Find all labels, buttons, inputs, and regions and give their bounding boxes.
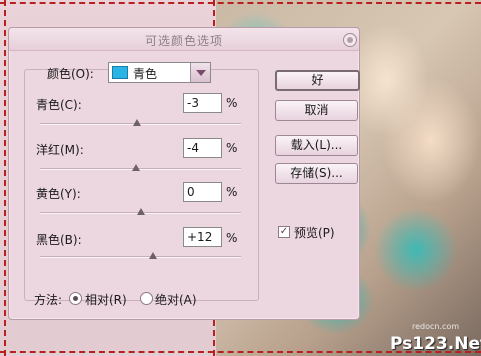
color-dropdown[interactable]: 青色 — [108, 62, 211, 83]
black-input[interactable]: +12 — [183, 227, 222, 247]
dialog-titlebar[interactable]: 可选颜色选项 — [9, 28, 359, 51]
percent-unit: % — [226, 96, 238, 110]
relative-radio[interactable] — [69, 292, 82, 305]
selective-color-dialog: 可选颜色选项 颜色(O): 青色 青色(C): -3 % 洋红(M): -4 %… — [8, 27, 360, 320]
black-slider-track[interactable] — [40, 256, 241, 258]
cancel-button[interactable]: 取消 — [275, 100, 358, 121]
magenta-slider-track[interactable] — [40, 168, 241, 170]
relative-radio-label[interactable]: 相对(R) — [85, 291, 127, 308]
slider-label-magenta: 洋红(M): — [36, 143, 84, 157]
dialog-title: 可选颜色选项 — [144, 34, 223, 48]
chevron-down-icon[interactable] — [190, 63, 210, 82]
selection-marquee-top — [0, 2, 481, 4]
magenta-input[interactable]: -4 — [183, 138, 222, 158]
yellow-slider-thumb[interactable] — [136, 208, 145, 215]
yellow-input[interactable]: 0 — [183, 182, 222, 202]
preview-checkbox[interactable]: ✓ — [278, 226, 290, 238]
method-label: 方法: — [34, 293, 63, 307]
color-dropdown-value: 青色 — [133, 67, 158, 81]
slider-label-yellow: 黄色(Y): — [36, 187, 81, 201]
percent-unit: % — [226, 141, 238, 155]
watermark-logo: Ps123.Net — [390, 334, 481, 354]
cyan-slider-thumb[interactable] — [133, 119, 142, 126]
slider-label-black: 黑色(B): — [36, 233, 82, 247]
percent-unit: % — [226, 231, 238, 245]
percent-unit: % — [226, 185, 238, 199]
black-slider-thumb[interactable] — [148, 252, 157, 259]
magenta-slider-thumb[interactable] — [132, 164, 141, 171]
close-icon[interactable] — [343, 33, 357, 47]
color-label: 颜色(O): — [47, 67, 94, 81]
absolute-radio-label[interactable]: 绝对(A) — [155, 291, 197, 308]
slider-label-cyan: 青色(C): — [36, 98, 82, 112]
watermark-subtext: redocn.com — [412, 322, 460, 331]
cyan-input[interactable]: -3 — [183, 93, 222, 113]
save-button[interactable]: 存储(S)... — [275, 163, 358, 184]
selection-marquee-left — [4, 0, 6, 356]
ok-button[interactable]: 好 — [275, 70, 360, 91]
load-button[interactable]: 载入(L)... — [275, 135, 358, 156]
preview-label[interactable]: 预览(P) — [294, 224, 335, 241]
color-swatch-icon — [112, 66, 128, 79]
absolute-radio[interactable] — [140, 292, 153, 305]
